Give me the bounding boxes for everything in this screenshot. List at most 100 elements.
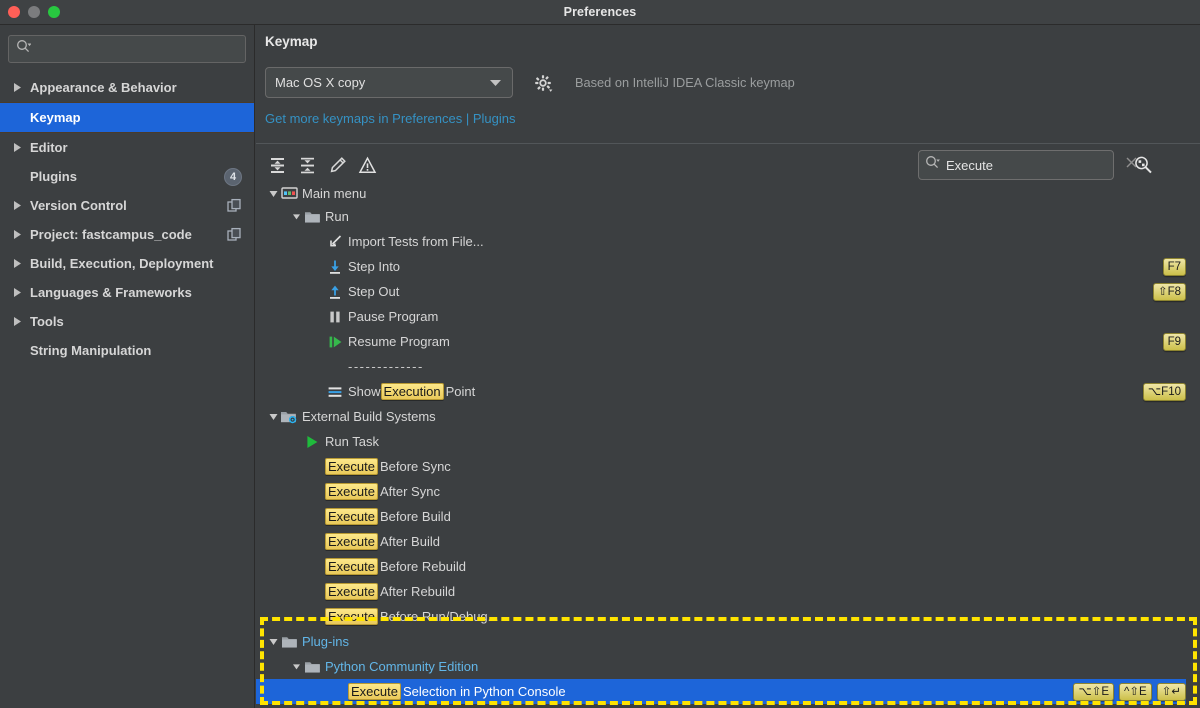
tree-row-label: Step Into <box>348 259 401 274</box>
folder-icon <box>303 659 321 674</box>
shortcut-badge: ^⇧E <box>1119 682 1152 701</box>
sidebar-item-plugins[interactable]: Plugins 4 <box>0 162 254 191</box>
tree-row[interactable]: Show Execution Point ⌥F10 <box>256 379 1200 404</box>
sidebar-item-project-fastcampus-code[interactable]: Project: fastcampus_code <box>0 220 254 249</box>
tree-row[interactable]: Execute Before Build <box>256 504 1200 529</box>
tree-row[interactable]: Pause Program <box>256 304 1200 329</box>
chevron-down-icon[interactable] <box>289 662 303 671</box>
tree-row[interactable]: Execute After Sync <box>256 479 1200 504</box>
sidebar-search-box[interactable] <box>8 35 246 63</box>
search-match-highlight: Execute <box>325 583 378 600</box>
chevron-right-icon <box>10 142 24 153</box>
edit-shortcut-icon[interactable] <box>322 150 352 180</box>
tree-row-label: Main menu <box>302 186 367 201</box>
get-more-keymaps-link[interactable]: Get more keymaps in Preferences | Plugin… <box>265 111 516 126</box>
chevron-down-icon[interactable] <box>266 188 280 199</box>
shortcut-badge: F9 <box>1162 332 1186 351</box>
close-icon[interactable] <box>8 6 20 18</box>
shortcut-list: F7 <box>1162 254 1186 279</box>
shortcut-list: ⌥⇧E ^⇧E ⇧↵ <box>1073 679 1186 704</box>
tree-row[interactable]: Execute Selection in Python Console ⌥⇧E ^⇧… <box>256 679 1200 704</box>
tree-row[interactable]: Import Tests from File... <box>256 229 1200 254</box>
tree-row[interactable]: External Build Systems <box>256 404 1200 429</box>
tree-row-label: Run <box>325 209 349 224</box>
search-match-highlight: Execute <box>325 483 378 500</box>
shortcut-list: F9 <box>1162 329 1186 354</box>
collapse-all-icon[interactable] <box>292 150 322 180</box>
sidebar-item-tools[interactable]: Tools <box>0 307 254 336</box>
shortcut-list: ⇧F8 <box>1152 279 1186 304</box>
sidebar-item-label: Languages & Frameworks <box>30 285 192 300</box>
tree-row[interactable]: Execute After Rebuild <box>256 579 1200 604</box>
keymap-tree[interactable]: Main menu Run Import Tests from File... Ste… <box>256 186 1200 708</box>
tree-row-label: Resume Program <box>348 334 450 349</box>
tree-row-label: Execute Before Build <box>325 508 451 525</box>
sidebar-item-badge: 4 <box>224 167 242 186</box>
show-execution-point-icon <box>326 385 344 399</box>
tree-row-label: Execute After Sync <box>325 483 440 500</box>
main-menu-icon <box>280 186 298 200</box>
sidebar-item-label: Appearance & Behavior <box>30 80 177 95</box>
tree-row[interactable]: Execute Before Run/Debug... <box>256 604 1200 629</box>
find-by-shortcut-icon[interactable] <box>1132 154 1154 181</box>
keymap-toolbar <box>256 144 1200 186</box>
copy-settings-icon[interactable] <box>227 198 242 213</box>
expand-all-icon[interactable] <box>262 150 292 180</box>
page-title: Keymap <box>265 34 318 49</box>
tree-row-label-part: Before Run/Debug... <box>379 609 499 624</box>
sidebar-item-languages-frameworks[interactable]: Languages & Frameworks <box>0 278 254 307</box>
window-controls[interactable] <box>8 6 60 18</box>
tree-row-label: Execute Before Rebuild <box>325 558 466 575</box>
gear-icon[interactable] <box>533 73 553 93</box>
tree-row-label: External Build Systems <box>302 409 436 424</box>
chevron-down-icon[interactable] <box>266 411 280 422</box>
tree-row-label-part: Before Build <box>379 509 451 524</box>
keymap-select[interactable]: Mac OS X copy <box>265 67 513 98</box>
tree-row[interactable]: Run <box>256 204 1200 229</box>
preferences-window: Preferences Appearance & Behavior Keymap E… <box>0 0 1200 708</box>
tree-row[interactable]: ------------- <box>256 354 1200 379</box>
shortcut-badge: ⌥F10 <box>1142 382 1186 401</box>
tree-row[interactable]: Step Into F7 <box>256 254 1200 279</box>
chevron-down-icon[interactable] <box>266 636 280 647</box>
sidebar-item-keymap[interactable]: Keymap <box>0 103 254 132</box>
tree-row[interactable]: Execute Before Sync <box>256 454 1200 479</box>
search-match-highlight: Execute <box>325 558 378 575</box>
chevron-right-icon <box>10 316 24 327</box>
copy-settings-icon[interactable] <box>227 227 242 242</box>
chevron-right-icon <box>10 229 24 240</box>
keymap-tree-rows: Main menu Run Import Tests from File... Ste… <box>256 186 1200 704</box>
chevron-down-icon <box>489 75 502 90</box>
sidebar-item-string-manipulation[interactable]: String Manipulation <box>0 336 254 365</box>
minimize-icon[interactable] <box>28 6 40 18</box>
tree-row[interactable]: Run Task <box>256 429 1200 454</box>
import-tests-icon <box>326 234 344 250</box>
sidebar-item-build-execution-deployment[interactable]: Build, Execution, Deployment <box>0 249 254 278</box>
zoom-icon[interactable] <box>48 6 60 18</box>
pause-icon <box>326 309 344 325</box>
find-actions-input[interactable] <box>946 157 1122 173</box>
shortcut-badge: ⇧↵ <box>1156 682 1186 701</box>
tree-row[interactable]: Execute After Build <box>256 529 1200 554</box>
tree-row[interactable]: Execute Before Rebuild <box>256 554 1200 579</box>
tree-row-label: Show Execution Point <box>348 383 475 400</box>
tree-row[interactable]: Main menu <box>256 186 1200 204</box>
sidebar-item-appearance-behavior[interactable]: Appearance & Behavior <box>0 73 254 102</box>
tree-row-label: Execute After Build <box>325 533 440 550</box>
tree-row-label-part: Show <box>348 384 381 399</box>
tree-row-label: Python Community Edition <box>325 659 479 674</box>
sidebar-item-label: Keymap <box>30 110 81 125</box>
tree-row-label-part: Selection in Python Console <box>402 684 566 699</box>
sidebar-search-input[interactable] <box>36 42 238 56</box>
sidebar-item-editor[interactable]: Editor <box>0 133 254 162</box>
sidebar-item-version-control[interactable]: Version Control <box>0 191 254 220</box>
conflicts-warning-icon[interactable] <box>352 150 382 180</box>
tree-row[interactable]: Python Community Edition <box>256 654 1200 679</box>
chevron-down-icon[interactable] <box>289 212 303 221</box>
run-green-icon <box>303 434 321 450</box>
find-actions-box[interactable] <box>918 150 1137 180</box>
tree-scrollbar[interactable] <box>1186 186 1200 708</box>
tree-row[interactable]: Step Out ⇧F8 <box>256 279 1200 304</box>
tree-row[interactable]: Plug-ins <box>256 629 1200 654</box>
tree-row[interactable]: Resume Program F9 <box>256 329 1200 354</box>
